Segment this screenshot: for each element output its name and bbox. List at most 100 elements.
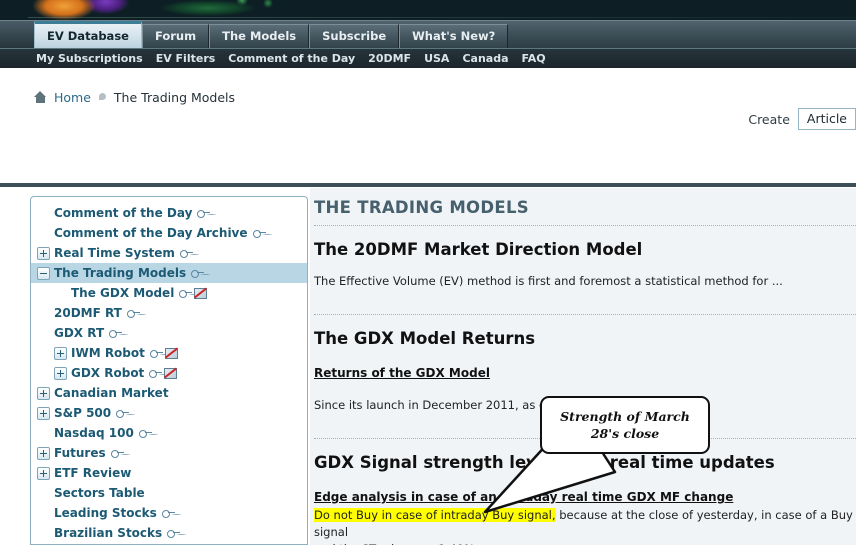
callout-box: Strength of March 28's close <box>540 396 710 454</box>
section-2-subheading[interactable]: Returns of the GDX Model <box>314 366 490 380</box>
sidebar-item-etf-review[interactable]: ETF Review <box>31 463 307 483</box>
sidebar-column: Comment of the Day Comment of the Day Arc… <box>0 188 310 545</box>
sidebar-item-label: Real Time System <box>54 246 175 260</box>
sidebar-tree-panel: Comment of the Day Comment of the Day Arc… <box>30 196 308 545</box>
sidebar-item-futures[interactable]: Futures <box>31 443 307 463</box>
subnav-link-comment-of-the-day[interactable]: Comment of the Day <box>228 52 355 65</box>
subnav-link-faq[interactable]: FAQ <box>522 52 546 65</box>
sidebar-item-label: Brazilian Stocks <box>54 526 163 540</box>
key-icon <box>179 289 193 298</box>
site-header <box>0 0 856 20</box>
nav-tab-ev-database[interactable]: EV Database <box>34 21 142 48</box>
key-icon <box>116 409 130 418</box>
expand-icon[interactable] <box>37 446 50 460</box>
subnav-link-20dmf[interactable]: 20DMF <box>368 52 411 65</box>
sidebar-item-nasdaq-100[interactable]: Nasdaq 100 <box>31 423 307 443</box>
sidebar-item-label: Canadian Market <box>54 386 169 400</box>
sidebar-item-comment-of-the-day[interactable]: Comment of the Day <box>31 203 307 223</box>
sidebar-item-label: Comment of the Day Archive <box>54 226 248 240</box>
create-bar: Create Article <box>748 108 856 130</box>
key-icon <box>149 349 163 358</box>
key-icon <box>191 269 205 278</box>
key-icon <box>138 429 152 438</box>
key-icon <box>161 509 175 518</box>
sidebar-item-label: 20DMF RT <box>54 306 122 320</box>
key-icon <box>126 309 140 318</box>
sidebar-item-sectors-table[interactable]: Sectors Table <box>31 483 307 503</box>
section-1-heading: The 20DMF Market Direction Model <box>314 240 643 259</box>
sidebar-item-canadian-market[interactable]: Canadian Market <box>31 383 307 403</box>
nav-tab-subscribe[interactable]: Subscribe <box>309 24 400 48</box>
sidebar-item-real-time-system[interactable]: Real Time System <box>31 243 307 263</box>
sidebar-item-label: Leading Stocks <box>54 506 157 520</box>
key-icon <box>167 529 181 538</box>
content-top-divider <box>0 183 856 187</box>
banner-underline <box>28 17 856 18</box>
expand-icon[interactable] <box>54 346 67 360</box>
create-type-select[interactable]: Article <box>797 108 856 130</box>
sidebar-item-label: IWM Robot <box>71 346 145 360</box>
expand-icon[interactable] <box>37 386 50 400</box>
callout-annotation: Strength of March 28's close <box>483 396 710 514</box>
expand-icon[interactable] <box>37 246 50 260</box>
collapse-icon[interactable] <box>37 266 50 280</box>
key-icon <box>109 329 123 338</box>
primary-nav: EV Database Forum The Models Subscribe What'… <box>0 20 856 48</box>
breadcrumb-home-link[interactable]: Home <box>54 90 91 105</box>
subnav-link-canada[interactable]: Canada <box>462 52 508 65</box>
sidebar-item-label: Sectors Table <box>54 486 145 500</box>
home-icon <box>34 91 47 103</box>
content-columns: Comment of the Day Comment of the Day Arc… <box>0 188 856 545</box>
sidebar-item-brazilian-stocks[interactable]: Brazilian Stocks <box>31 523 307 543</box>
nav-tab-the-models[interactable]: The Models <box>209 24 310 48</box>
expand-icon[interactable] <box>37 466 50 480</box>
sidebar-item-label: GDX RT <box>54 326 105 340</box>
main-content: THE TRADING MODELS The 20DMF Market Dire… <box>310 188 856 545</box>
breadcrumb-current-page: The Trading Models <box>113 89 236 105</box>
sidebar-item-the-gdx-model[interactable]: The GDX Model <box>31 283 307 303</box>
section-1-body: The Effective Volume (EV) method is firs… <box>314 274 783 288</box>
restricted-document-icon <box>163 367 178 379</box>
sidebar-item-gdx-robot[interactable]: GDX Robot <box>31 363 307 383</box>
rule-1 <box>314 225 856 226</box>
subnav-link-usa[interactable]: USA <box>424 52 449 65</box>
sidebar-item-s-p-500[interactable]: S&P 500 <box>31 403 307 423</box>
nav-tab-forum[interactable]: Forum <box>141 24 210 48</box>
secondary-nav: My Subscriptions EV Filters Comment of the… <box>0 48 856 68</box>
sidebar-item-label: Comment of the Day <box>54 206 193 220</box>
nav-tab-what-s-new[interactable]: What's New? <box>399 24 509 48</box>
create-label: Create <box>748 111 790 127</box>
page-body: Home The Trading Models Create Article C… <box>0 68 856 545</box>
key-icon <box>110 449 124 458</box>
callout-text: Strength of March 28's close <box>560 409 690 441</box>
key-icon <box>252 229 266 238</box>
section-2-heading: The GDX Model Returns <box>314 329 536 348</box>
key-icon <box>179 249 193 258</box>
subnav-link-ev-filters[interactable]: EV Filters <box>156 52 216 65</box>
breadcrumb: Home The Trading Models <box>0 68 856 112</box>
sidebar-item-20dmf-rt[interactable]: 20DMF RT <box>31 303 307 323</box>
key-icon <box>149 369 163 378</box>
sidebar-item-label: GDX Robot <box>71 366 145 380</box>
subnav-link-my-subscriptions[interactable]: My Subscriptions <box>36 52 143 65</box>
sidebar-item-leading-stocks[interactable]: Leading Stocks <box>31 503 307 523</box>
restricted-document-icon <box>193 287 208 299</box>
sidebar-item-iwm-robot[interactable]: IWM Robot <box>31 343 307 363</box>
sidebar-item-the-trading-models[interactable]: The Trading Models <box>31 263 307 283</box>
sidebar-item-label: The Trading Models <box>54 266 187 280</box>
restricted-document-icon <box>164 347 178 359</box>
sidebar-item-label: ETF Review <box>54 466 132 480</box>
expand-icon[interactable] <box>37 406 50 420</box>
expand-icon[interactable] <box>54 366 67 380</box>
section-3-line-2: and the ST edge was 1.49%. <box>314 541 856 545</box>
key-icon <box>197 209 211 218</box>
sidebar-item-label: S&P 500 <box>54 406 112 420</box>
breadcrumb-separator-icon <box>98 92 107 102</box>
sidebar-item-label: The GDX Model <box>71 286 175 300</box>
sidebar-item-gdx-rt[interactable]: GDX RT <box>31 323 307 343</box>
page-title: THE TRADING MODELS <box>314 198 529 217</box>
sidebar-item-label: Nasdaq 100 <box>54 426 134 440</box>
sidebar-item-comment-of-the-day-archive[interactable]: Comment of the Day Archive <box>31 223 307 243</box>
